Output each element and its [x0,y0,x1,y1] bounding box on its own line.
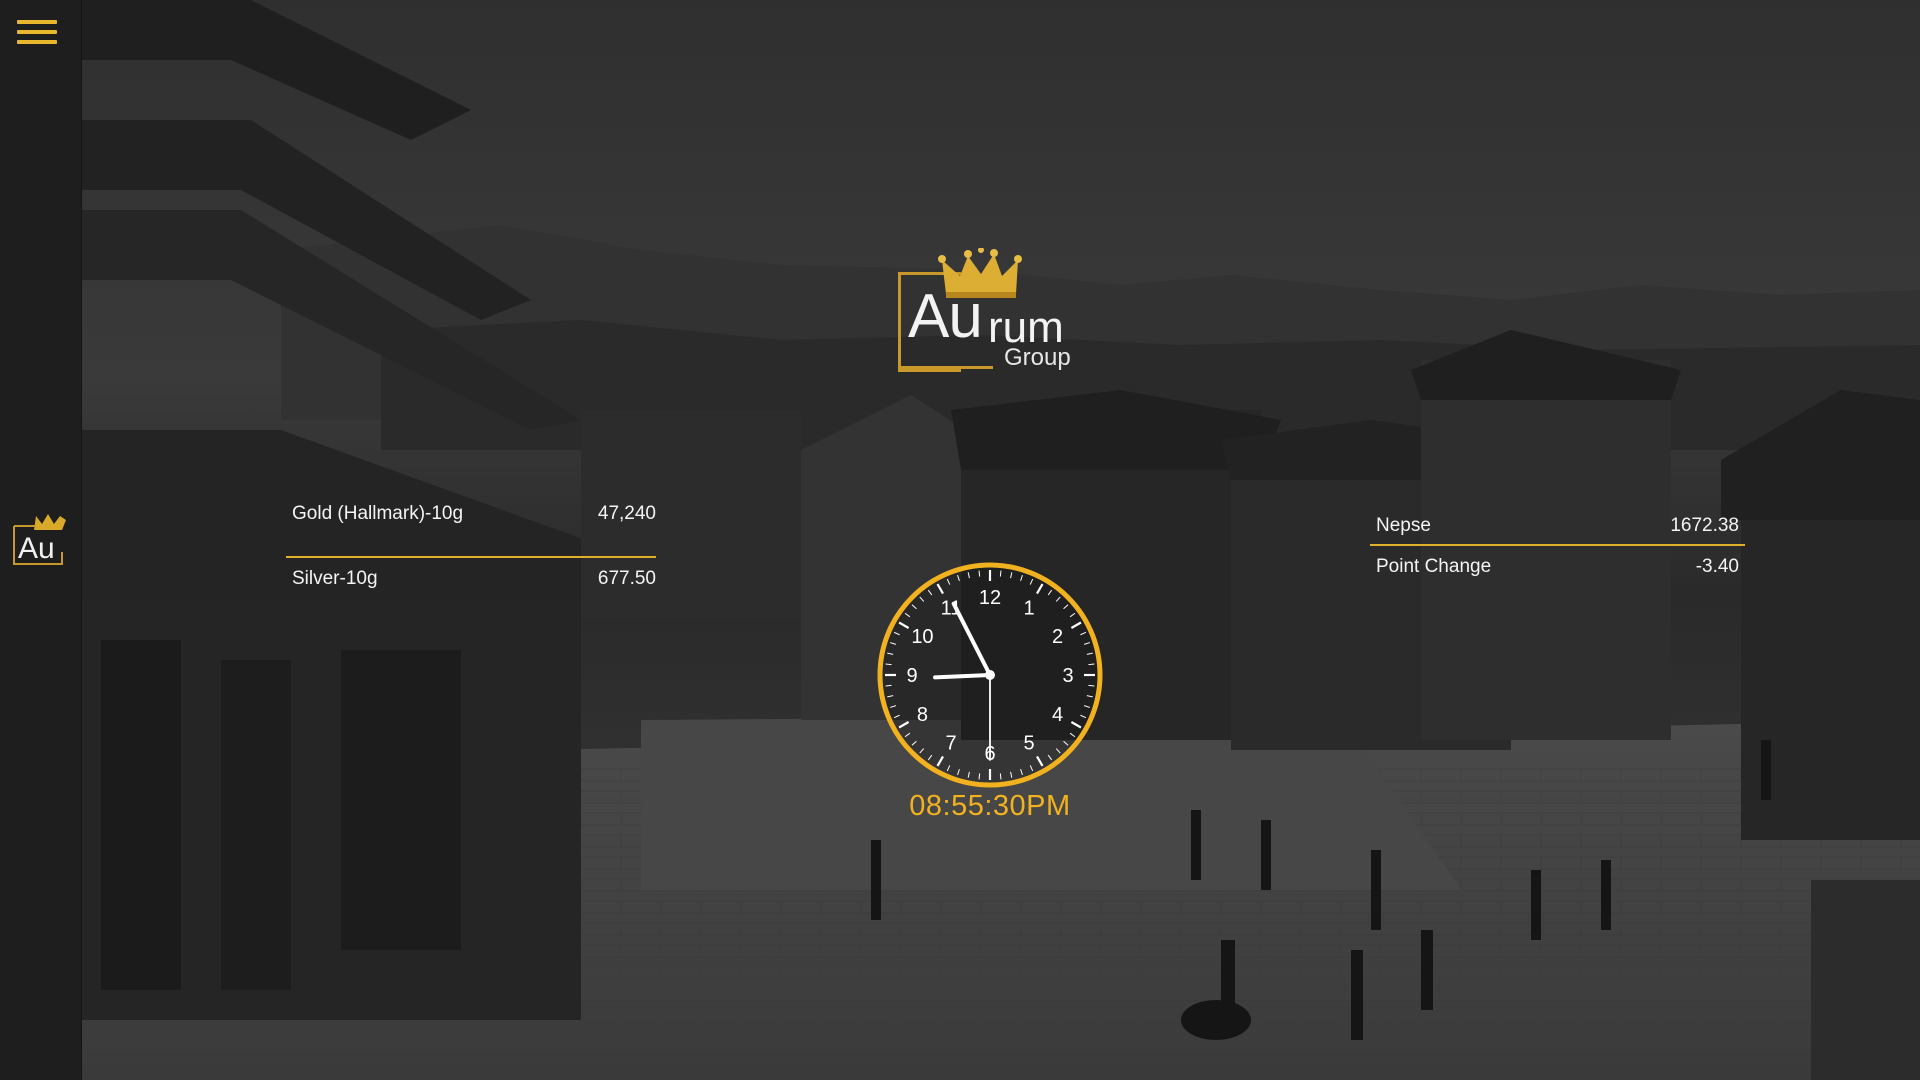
sidebar-logo-text: Au [18,532,55,565]
gold-value: 47,240 [597,503,656,524]
logo-text-au: Au [908,282,983,351]
digital-clock-time: 08:55:30PM [909,790,1071,822]
gold-rate-row: Gold (Hallmark)-10g 47,240 [292,500,656,556]
clock-minor-tick [1088,663,1095,666]
clock-minor-tick [978,570,981,577]
clock-face: 121234567891011 [877,562,1103,788]
sidebar-logo[interactable]: Au [12,512,70,568]
menu-bar-bottom [17,40,57,44]
silver-value: 677.50 [597,568,656,589]
clock-number: 9 [906,665,917,687]
metal-divider [286,556,656,558]
sidebar: Au [0,0,82,1080]
nepse-panel: Nepse 1672.38 Point Change -3.40 [1370,512,1745,582]
clock-hour-hand [933,673,992,680]
clock-number: 12 [979,587,1001,609]
metal-rates-panel: Gold (Hallmark)-10g 47,240 Silver-10g 67… [286,500,656,600]
clock-minor-tick [978,773,981,780]
clock-minor-tick [885,684,892,687]
clock-number: 8 [917,704,928,726]
nepse-label: Nepse [1376,515,1431,536]
menu-bar-middle [17,30,57,34]
clock-number: 3 [1062,665,1073,687]
clock-minor-tick [999,570,1002,577]
clock-number: 2 [1052,626,1063,648]
logo-frame-bottom [898,366,993,369]
clock-number: 1 [1023,597,1034,619]
hamburger-menu-icon[interactable] [17,18,57,46]
silver-rate-row: Silver-10g 677.50 [292,565,656,593]
point-change-label: Point Change [1376,556,1492,577]
gold-label: Gold (Hallmark)-10g [292,503,464,524]
logo-text-group: Group [1004,344,1071,371]
clock-minor-tick [885,663,892,666]
nepse-index-row: Nepse 1672.38 [1376,512,1739,540]
nepse-value: 1672.38 [1670,515,1739,536]
aurum-group-logo: Au rum Group [896,248,1090,374]
app-root: Au Au rum Group Gold (Hallmark)-10g 47,2… [0,0,1920,1080]
crown-icon [34,514,66,530]
clock-minor-tick [1088,684,1095,687]
menu-bar-top [17,20,57,24]
clock-number: 7 [945,733,956,755]
clock-center-pin [985,670,995,680]
clock-number: 10 [911,626,933,648]
clock-minor-tick [999,773,1002,780]
clock-number: 5 [1023,733,1034,755]
point-change-value: -3.40 [1695,556,1739,577]
clock-number: 4 [1052,704,1063,726]
nepse-divider [1370,544,1745,546]
point-change-row: Point Change -3.40 [1376,553,1739,581]
analog-clock: 121234567891011 [875,560,1105,790]
silver-label: Silver-10g [292,568,378,589]
